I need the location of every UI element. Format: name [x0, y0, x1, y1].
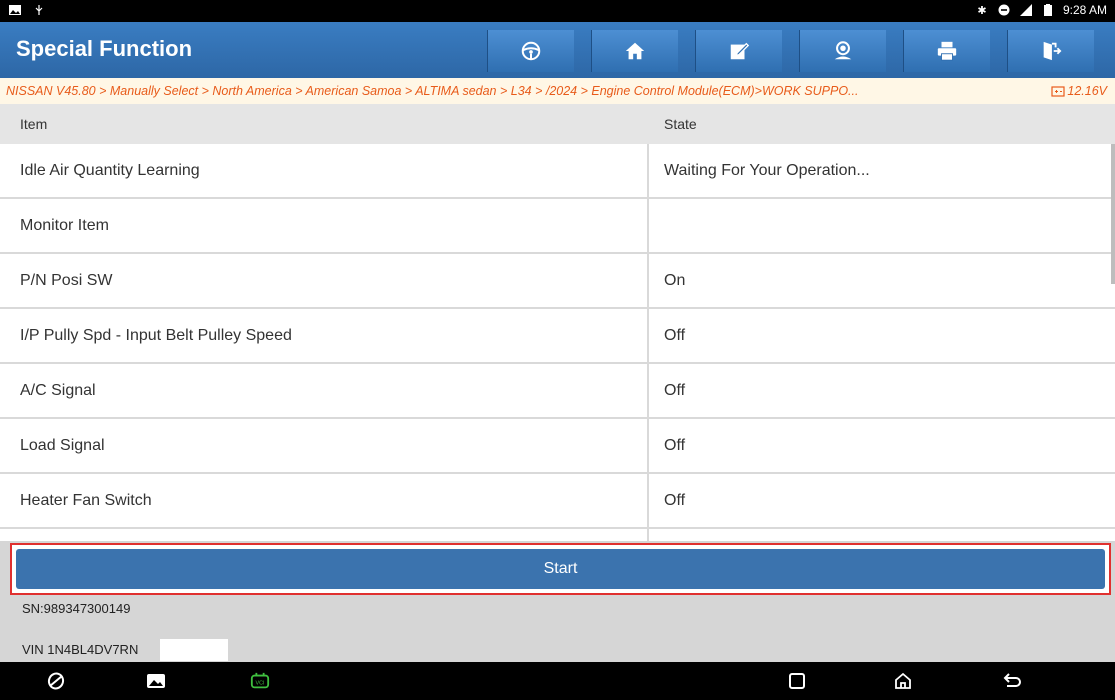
row-state: [649, 529, 1115, 541]
edit-icon: [730, 42, 750, 60]
vin-redaction: [160, 639, 228, 661]
table-row[interactable]: P/N Posi SW On: [0, 254, 1115, 309]
column-header-item: Item: [20, 116, 48, 132]
row-state: On: [664, 272, 686, 289]
row-item: Monitor Item: [0, 199, 649, 252]
battery-voltage-icon: [1051, 86, 1065, 97]
row-item: P/N Posi SW: [0, 254, 649, 307]
support-icon: [834, 41, 852, 60]
battery-icon: [1041, 3, 1055, 17]
gallery-notification-icon: [8, 3, 22, 17]
row-item: Load Signal: [0, 419, 649, 472]
back-icon[interactable]: [1002, 671, 1022, 691]
table-row[interactable]: I/P Pully Spd - Input Belt Pulley Speed …: [0, 309, 1115, 364]
row-item: [0, 529, 649, 541]
app-header: Special Function: [0, 22, 1115, 78]
signal-icon: [1019, 3, 1033, 17]
row-item: A/C Signal: [0, 364, 649, 417]
home-nav-icon[interactable]: [893, 671, 913, 691]
table-row[interactable]: Heater Fan Switch Off: [0, 474, 1115, 529]
row-state: Off: [664, 382, 686, 399]
edit-button[interactable]: [695, 30, 782, 72]
row-state: Off: [664, 492, 686, 509]
table-row[interactable]: Load Signal Off: [0, 419, 1115, 474]
support-button[interactable]: [799, 30, 886, 72]
print-icon: [937, 41, 957, 61]
exit-button[interactable]: [1007, 30, 1094, 72]
table-row[interactable]: Idle Air Quantity Learning Waiting For Y…: [0, 144, 1115, 199]
steering-wheel-button[interactable]: [487, 30, 574, 72]
device-info: SN:989347300149 VIN 1N4BL4DV7RN: [0, 595, 1115, 662]
breadcrumb: NISSAN V45.80 > Manually Select > North …: [0, 78, 1115, 104]
row-state: Off: [664, 437, 686, 454]
row-item: Heater Fan Switch: [0, 474, 649, 527]
table-row[interactable]: Monitor Item: [0, 199, 1115, 254]
clock: 9:28 AM: [1062, 3, 1107, 17]
data-table: Item State Idle Air Quantity Learning Wa…: [0, 104, 1115, 541]
usb-notification-icon: [32, 3, 46, 17]
page-title: Special Function: [16, 36, 193, 61]
column-header-state: State: [664, 116, 697, 132]
table-header: Item State: [0, 104, 1115, 144]
system-status-bar: ✱ 9:28 AM: [0, 0, 1115, 22]
table-row-partial[interactable]: [0, 529, 1115, 541]
row-state: Waiting For Your Operation...: [664, 162, 870, 179]
exit-icon: [1043, 41, 1062, 61]
table-row[interactable]: A/C Signal Off: [0, 364, 1115, 419]
table-scrollbar[interactable]: [1111, 144, 1115, 284]
do-not-disturb-icon: [997, 3, 1011, 17]
row-item: Idle Air Quantity Learning: [0, 144, 649, 197]
print-button[interactable]: [903, 30, 990, 72]
vin-number: VIN 1N4BL4DV7RN: [22, 642, 139, 657]
voltage-indicator: 12.16V: [1051, 84, 1107, 98]
home-icon: [625, 42, 645, 60]
vci-icon[interactable]: VCI: [250, 671, 270, 691]
android-nav-bar: VCI: [0, 662, 1115, 700]
breadcrumb-path: NISSAN V45.80 > Manually Select > North …: [6, 84, 859, 98]
row-state: [649, 199, 1115, 252]
start-button-highlight: Start: [10, 543, 1111, 595]
row-state: Off: [664, 327, 686, 344]
voltage-value: 12.16V: [1067, 84, 1107, 98]
recent-apps-icon[interactable]: [787, 671, 807, 691]
svg-text:VCI: VCI: [255, 681, 265, 687]
start-button[interactable]: Start: [16, 549, 1105, 589]
steering-wheel-icon: [521, 41, 541, 61]
serial-number: SN:989347300149: [22, 601, 131, 616]
gallery-icon[interactable]: [146, 671, 166, 691]
browser-icon[interactable]: [46, 671, 66, 691]
home-button[interactable]: [591, 30, 678, 72]
bluetooth-icon: ✱: [977, 4, 987, 17]
row-item: I/P Pully Spd - Input Belt Pulley Speed: [0, 309, 649, 362]
